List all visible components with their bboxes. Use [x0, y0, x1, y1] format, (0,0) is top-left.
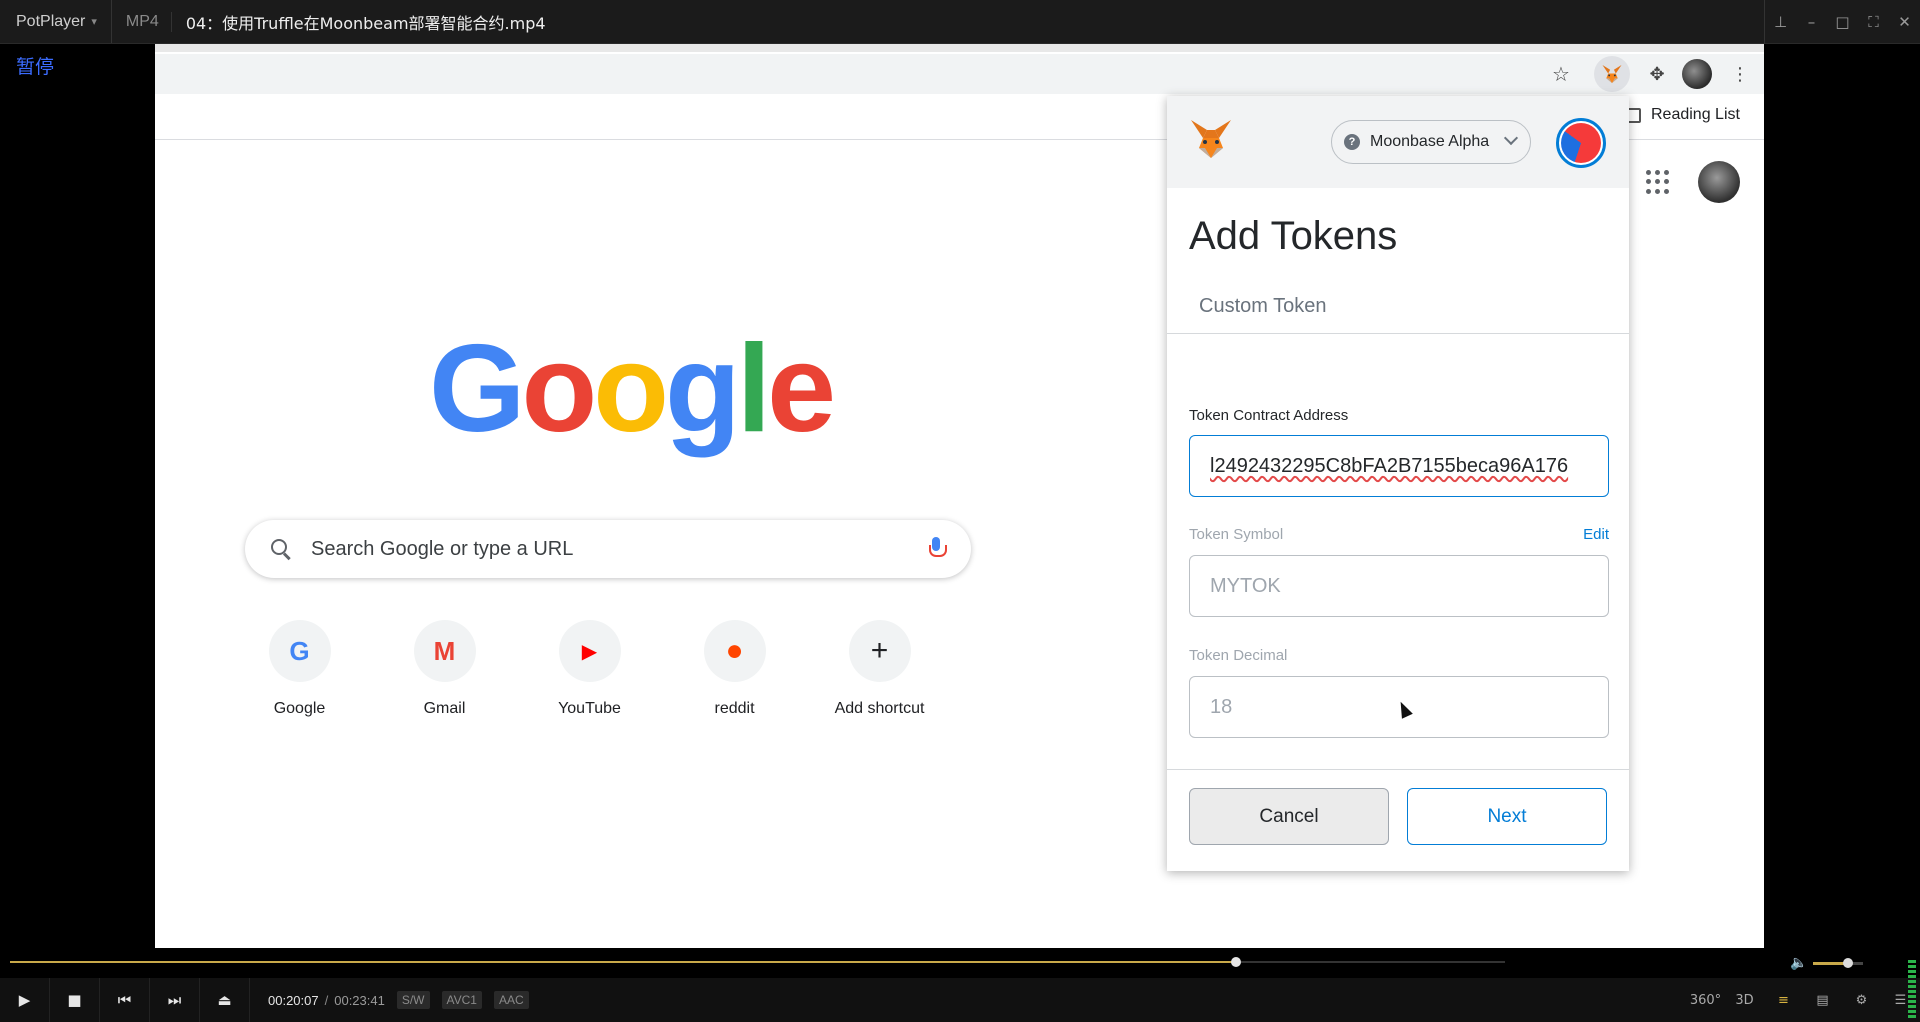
maximize-icon[interactable]: □	[1827, 13, 1858, 31]
time-separator: /	[324, 992, 329, 1008]
token-symbol-label: Token Symbol	[1189, 526, 1284, 543]
speaker-icon[interactable]: 🔈	[1790, 955, 1807, 971]
fox-icon	[1602, 64, 1622, 84]
account-identicon[interactable]	[1556, 118, 1606, 168]
volume-slider[interactable]	[1813, 957, 1864, 968]
shortcut-youtube[interactable]: ▶ YouTube	[517, 620, 662, 718]
reading-list-label: Reading List	[1651, 106, 1740, 123]
help-icon: ?	[1344, 134, 1360, 150]
browser-tabstrip	[155, 44, 1764, 52]
shortcut-label: Add shortcut	[834, 700, 925, 717]
search-icon	[269, 537, 293, 561]
google-account-avatar[interactable]	[1698, 161, 1740, 203]
video-frame[interactable]: ☆ ✥ ⋮ Reading List Google Search Google …	[155, 44, 1764, 948]
shortcut-gmail[interactable]: M Gmail	[372, 620, 517, 718]
seek-handle[interactable]	[1230, 957, 1241, 967]
metamask-popup: ? Moonbase Alpha Add Tokens Custom Token…	[1167, 96, 1629, 871]
token-decimal-label: Token Decimal	[1189, 647, 1288, 664]
close-icon[interactable]: ✕	[1889, 13, 1920, 31]
previous-icon[interactable]: ⏮	[100, 978, 150, 1022]
seek-progress	[10, 961, 1236, 963]
next-track-icon[interactable]: ⏭	[150, 978, 200, 1022]
shortcut-label: reddit	[714, 700, 755, 717]
player-titlebar: PotPlayer ▾ MP4 04：使用Truffle在Moonbeam部署智…	[0, 0, 1920, 44]
contract-address-field[interactable]: l2492432295C8bFA2B7155beca96A176	[1189, 435, 1609, 497]
youtube-icon: ▶	[558, 620, 621, 682]
pin-icon[interactable]: ⊥	[1765, 13, 1796, 31]
gmail-icon: M	[413, 620, 476, 682]
reading-list-button[interactable]: Reading List	[1625, 106, 1740, 124]
token-symbol-field[interactable]: MYTOK	[1189, 555, 1609, 617]
metamask-extension-icon[interactable]	[1594, 56, 1630, 92]
seek-bar[interactable]	[10, 957, 1505, 967]
vr-360-button[interactable]: 360°	[1686, 993, 1725, 1008]
chevron-down-icon: ▾	[91, 16, 97, 28]
video-codec-badge[interactable]: AVC1	[441, 991, 482, 1009]
shortcut-label: Gmail	[423, 700, 466, 717]
tab-divider	[1167, 333, 1629, 334]
volume-control[interactable]: 🔈	[1790, 955, 1864, 971]
cancel-button[interactable]: Cancel	[1189, 788, 1389, 845]
chevron-down-icon	[1503, 130, 1519, 146]
app-name: PotPlayer	[16, 12, 86, 30]
shortcut-google[interactable]: G Google	[227, 620, 372, 718]
extensions-puzzle-icon[interactable]: ✥	[1639, 54, 1675, 94]
app-menu-button[interactable]: PotPlayer ▾	[0, 0, 112, 43]
search-input[interactable]: Search Google or type a URL	[245, 520, 971, 578]
google-icon: G	[268, 620, 331, 682]
format-label: MP4	[112, 11, 172, 32]
sw-decoder-badge[interactable]: S/W	[396, 991, 430, 1009]
microphone-icon[interactable]	[929, 537, 947, 561]
plus-icon: +	[848, 620, 911, 682]
page-title: Add Tokens	[1189, 214, 1398, 258]
settings-gear-icon[interactable]: ⚙	[1842, 993, 1881, 1008]
apps-grid-icon[interactable]	[1646, 170, 1670, 194]
profile-avatar[interactable]	[1682, 59, 1712, 89]
window-controls: ⊥ – □ ⛶ ✕	[1764, 0, 1920, 44]
kebab-menu-icon[interactable]: ⋮	[1725, 54, 1755, 94]
browser-toolbar: ☆ ✥ ⋮	[155, 54, 1764, 94]
token-symbol-edit-link[interactable]: Edit	[1583, 526, 1609, 543]
google-logo: Google	[429, 320, 836, 458]
audio-codec-badge[interactable]: AAC	[493, 991, 529, 1009]
shortcut-add[interactable]: + Add shortcut	[807, 620, 952, 718]
shortcut-reddit[interactable]: ● reddit	[662, 620, 807, 718]
token-decimal-value: 18	[1210, 695, 1233, 718]
tab-custom-token[interactable]: Custom Token	[1199, 295, 1326, 318]
audio-level-meter	[1908, 944, 1916, 1018]
network-label: Moonbase Alpha	[1370, 133, 1490, 150]
stop-icon[interactable]: ■	[50, 978, 100, 1022]
token-symbol-value: MYTOK	[1210, 574, 1281, 597]
contract-address-label: Token Contract Address	[1189, 407, 1349, 424]
shortcut-tiles: G Google M Gmail ▶ YouTube ● reddit + Ad…	[227, 620, 952, 718]
pause-status-label: 暂停	[16, 56, 55, 78]
metamask-header: ? Moonbase Alpha	[1167, 96, 1629, 188]
current-time: 00:20:07	[268, 992, 319, 1008]
3d-button[interactable]: 3D	[1725, 993, 1764, 1008]
minimize-icon[interactable]: –	[1796, 13, 1827, 31]
shortcut-label: Google	[273, 700, 326, 717]
file-title: 04：使用Truffle在Moonbeam部署智能合约.mp4	[185, 13, 546, 33]
time-display: 00:20:07 / 00:23:41 S/W AVC1 AAC	[268, 991, 529, 1009]
eject-icon[interactable]: ⏏	[200, 978, 250, 1022]
player-right-controls: 360° 3D ≡ ▤ ⚙ ☰	[1686, 978, 1920, 1022]
next-button[interactable]: Next	[1407, 788, 1607, 845]
contract-address-value: l2492432295C8bFA2B7155beca96A176	[1210, 454, 1569, 477]
total-time: 00:23:41	[334, 992, 385, 1008]
player-controls: ▶ ■ ⏮ ⏭ ⏏ 00:20:07 / 00:23:41 S/W AVC1 A…	[0, 978, 1920, 1022]
play-icon[interactable]: ▶	[0, 978, 50, 1022]
fullscreen-icon[interactable]: ⛶	[1858, 13, 1889, 31]
chapter-icon[interactable]: ▤	[1803, 993, 1842, 1008]
volume-handle[interactable]	[1843, 957, 1854, 968]
playlist-search-icon[interactable]: ≡	[1764, 993, 1803, 1008]
network-selector[interactable]: ? Moonbase Alpha	[1331, 120, 1531, 164]
reddit-icon: ●	[703, 620, 766, 682]
metamask-fox-icon[interactable]	[1189, 118, 1233, 160]
footer-divider	[1167, 769, 1629, 770]
shortcut-label: YouTube	[558, 700, 621, 717]
search-placeholder: Search Google or type a URL	[311, 537, 574, 560]
star-icon[interactable]: ☆	[1541, 54, 1581, 94]
